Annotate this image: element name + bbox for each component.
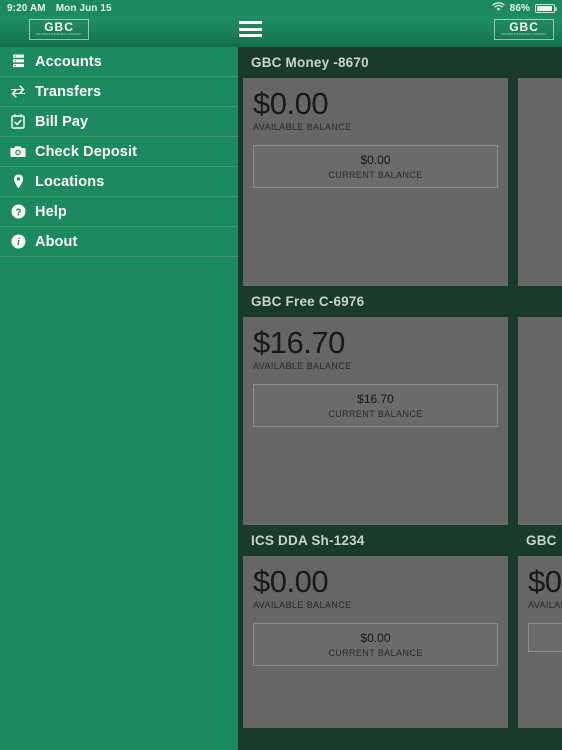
sidebar-item-bill-pay-label: Bill Pay: [35, 113, 89, 130]
account-cards-carousel[interactable]: $16.70 AVAILABLE BALANCE $16.70 CURRENT …: [238, 317, 562, 525]
status-bar: 9:20 AM Mon Jun 15 86%: [0, 0, 562, 16]
current-balance-label: CURRENT BALANCE: [328, 409, 423, 419]
sidebar-item-transfers-label: Transfers: [35, 83, 102, 100]
sidebar-menu: Accounts Transfers Bill Pay Check Deposi…: [0, 47, 238, 750]
svg-text:?: ?: [15, 207, 21, 218]
current-balance-box: $0.00 CURRENT BALANCE: [253, 145, 498, 188]
accounts-content-area[interactable]: GBC Money -8670 $0.00 AVAILABLE BALANCE …: [238, 47, 562, 750]
transfer-arrows-icon: [7, 85, 29, 98]
status-bar-time: 9:20 AM: [7, 2, 46, 14]
current-balance-amount: $16.70: [357, 392, 394, 406]
sidebar-item-help[interactable]: ? Help: [0, 197, 238, 227]
app-logo-left-subtext: GEORGIA BANKING COMPANY: [36, 33, 83, 36]
account-card[interactable]: $0.00 AVAILABLE BALANCE $0.00 CURRENT BA…: [243, 78, 508, 286]
available-balance-amount: $0.: [528, 564, 562, 599]
account-section: GBC Money -8670 $0.00 AVAILABLE BALANCE …: [238, 47, 562, 286]
account-cards-carousel[interactable]: $0.00 AVAILABLE BALANCE $0.00 CURRENT BA…: [238, 556, 562, 728]
app-root: 9:20 AM Mon Jun 15 86% GBC GEORGIA BANKI…: [0, 0, 562, 750]
app-logo-right: GBC GEORGIA BANKING COMPANY: [494, 19, 555, 40]
svg-text:i: i: [17, 237, 20, 248]
account-card[interactable]: $16.70 AVAILABLE BALANCE $16.70 CURRENT …: [243, 317, 508, 525]
sidebar-item-transfers[interactable]: Transfers: [0, 77, 238, 107]
account-section-title: GBC Money -8670: [238, 47, 562, 78]
available-balance-label: AVAILABLE BALANCE: [253, 361, 352, 371]
wifi-icon: [492, 1, 505, 15]
app-logo-right-subtext: GEORGIA BANKING COMPANY: [501, 33, 548, 36]
map-pin-icon: [7, 174, 29, 189]
account-section-title: GBC Free C-6976: [238, 286, 562, 317]
available-balance-label: AVAILABLE BALANCE: [528, 600, 562, 610]
app-logo-left-text: GBC: [44, 20, 74, 34]
sidebar-item-locations[interactable]: Locations: [0, 167, 238, 197]
current-balance-amount: $0.00: [360, 631, 391, 645]
app-logo-left: GBC GEORGIA BANKING COMPANY: [29, 19, 90, 40]
account-card-next-peek[interactable]: [518, 317, 562, 525]
current-balance-box: $16.70 CURRENT BALANCE: [253, 384, 498, 427]
sidebar-item-about[interactable]: i About: [0, 227, 238, 257]
account-section-title: ICS DDA Sh-1234: [251, 533, 365, 548]
battery-icon: [535, 3, 557, 13]
sidebar-item-check-deposit[interactable]: Check Deposit: [0, 137, 238, 167]
available-balance-amount: $0.00: [253, 564, 329, 599]
sidebar-item-accounts[interactable]: Accounts: [0, 47, 238, 77]
sidebar-item-about-label: About: [35, 233, 78, 250]
camera-icon: [7, 145, 29, 158]
current-balance-box: $0.00 CURRENT BALANCE: [253, 623, 498, 666]
available-balance-label: AVAILABLE BALANCE: [253, 600, 352, 610]
sidebar-item-accounts-label: Accounts: [35, 53, 102, 70]
account-card-next-peek[interactable]: $0. AVAILABLE BALANCE CURRENT BALANCE: [518, 556, 562, 728]
current-balance-label: CURRENT BALANCE: [328, 648, 423, 658]
account-section: GBC Free C-6976 $16.70 AVAILABLE BALANCE…: [238, 286, 562, 525]
account-section: ICS DDA Sh-1234 GBC $0.00 AVAILABLE BALA…: [238, 525, 562, 728]
sidebar-item-bill-pay[interactable]: Bill Pay: [0, 107, 238, 137]
app-logo-right-text: GBC: [509, 20, 539, 34]
available-balance-amount: $0.00: [253, 86, 329, 121]
status-bar-date: Mon Jun 15: [55, 2, 112, 14]
sidebar-item-help-label: Help: [35, 203, 67, 220]
hamburger-menu-icon[interactable]: [239, 20, 262, 38]
calendar-check-icon: [7, 114, 29, 129]
info-circle-icon: i: [7, 234, 29, 249]
account-card[interactable]: $0.00 AVAILABLE BALANCE $0.00 CURRENT BA…: [243, 556, 508, 728]
available-balance-amount: $16.70: [253, 325, 345, 360]
current-balance-label: CURRENT BALANCE: [328, 170, 423, 180]
account-cards-carousel[interactable]: $0.00 AVAILABLE BALANCE $0.00 CURRENT BA…: [238, 78, 562, 286]
sidebar-item-locations-label: Locations: [35, 173, 105, 190]
account-card-next-peek[interactable]: [518, 78, 562, 286]
current-balance-box: CURRENT BALANCE: [528, 623, 562, 652]
available-balance-label: AVAILABLE BALANCE: [253, 122, 352, 132]
account-section-title-row: ICS DDA Sh-1234 GBC: [238, 525, 562, 556]
sidebar-item-check-deposit-label: Check Deposit: [35, 143, 138, 160]
current-balance-label: CURRENT BALANCE: [529, 634, 562, 644]
account-section-title-peek: GBC: [526, 533, 557, 548]
question-circle-icon: ?: [7, 204, 29, 219]
battery-percent-label: 86%: [509, 2, 530, 14]
status-bar-right-group: 86%: [492, 1, 557, 15]
current-balance-amount: $0.00: [360, 153, 391, 167]
bank-building-icon: [7, 54, 29, 69]
